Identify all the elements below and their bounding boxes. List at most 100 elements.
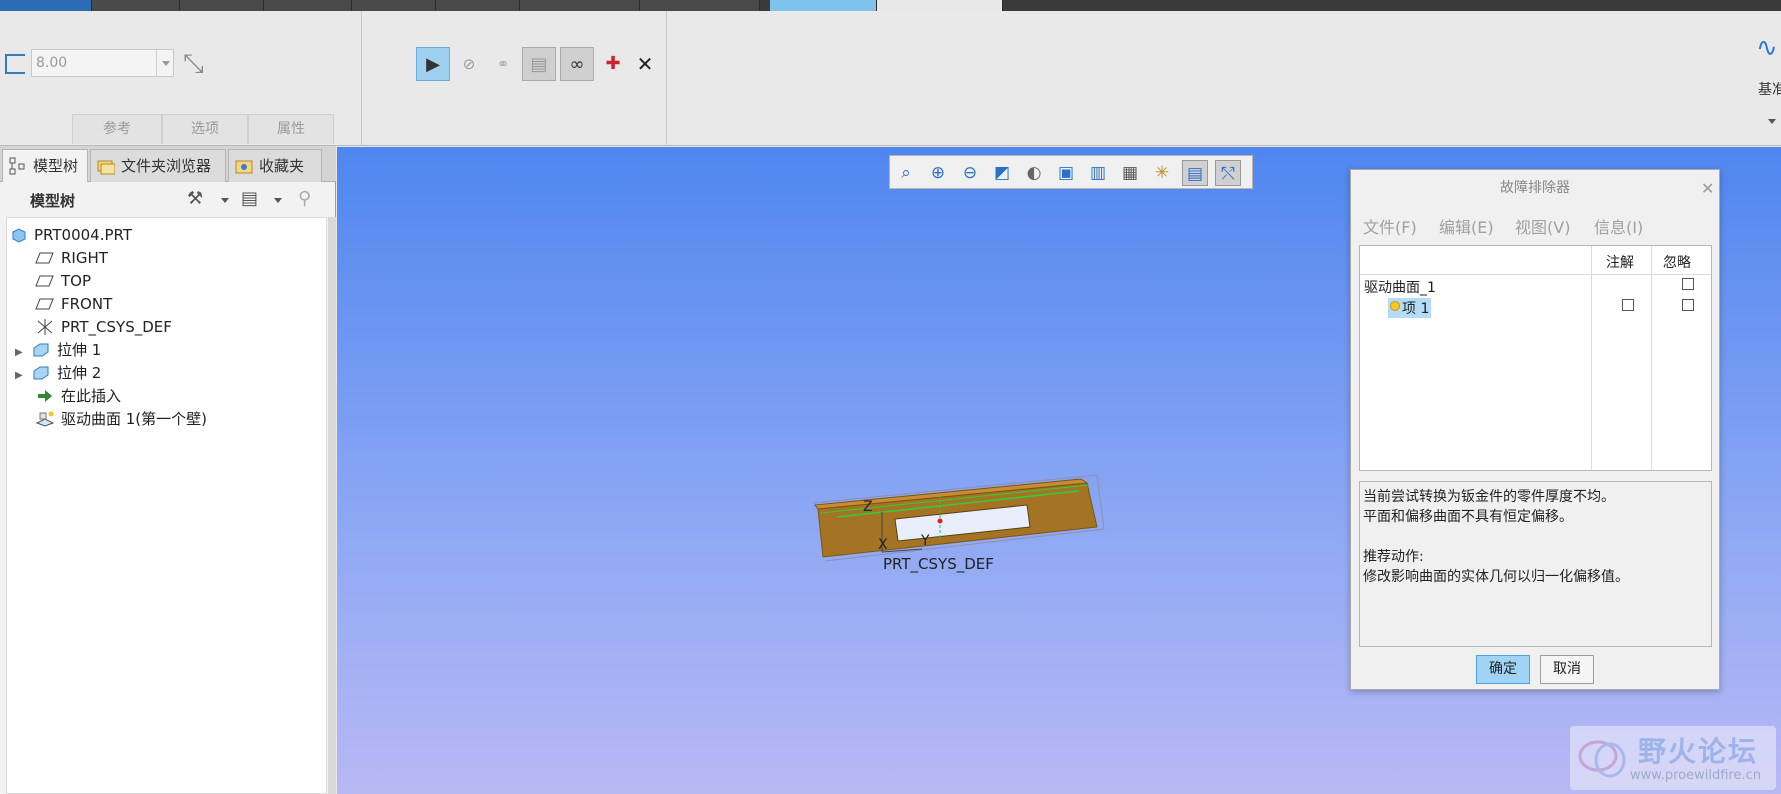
tree-item-label: FRONT <box>61 295 113 313</box>
tree-settings-dropdown-icon[interactable] <box>221 198 229 203</box>
tree-item-label: PRT_CSYS_DEF <box>61 318 172 336</box>
watermark-logo-icon <box>1578 740 1626 778</box>
ok-button[interactable]: 确定 <box>1476 655 1530 684</box>
row-label: 项 1 <box>1402 301 1430 317</box>
dialog-title: 故障排除器 <box>1500 180 1570 196</box>
tab-favorites[interactable]: 收藏夹 <box>228 149 322 182</box>
tree-item-label: PRT0004.PRT <box>34 226 133 244</box>
axis-label-y: Y <box>921 533 930 549</box>
tree-filter-icon[interactable]: ⚲ <box>298 188 320 210</box>
tree-item-extrude-2[interactable]: ▶ 拉伸 2 <box>15 361 101 385</box>
tab-dashboard[interactable] <box>877 0 1003 11</box>
thickness-dropdown[interactable] <box>156 49 174 77</box>
tab-file[interactable] <box>0 0 92 11</box>
table-row[interactable]: 项 1 <box>1388 298 1432 318</box>
tree-item-csys[interactable]: PRT_CSYS_DEF <box>35 315 172 339</box>
resume-button[interactable]: ▶ <box>416 47 450 81</box>
tree-columns-dropdown-icon[interactable] <box>274 198 282 203</box>
cancel-button[interactable]: 取消 <box>1540 655 1594 684</box>
menu-file[interactable]: 文件(F) <box>1363 214 1417 238</box>
message-line: 推荐动作: <box>1363 549 1424 565</box>
tree-item-label: 拉伸 1 <box>57 341 102 359</box>
message-line <box>1363 527 1708 547</box>
driving-surface-icon <box>35 411 55 427</box>
axis-label-x: X <box>878 537 888 553</box>
verify-model-button[interactable]: ▤ <box>522 47 556 81</box>
menu-info[interactable]: 信息(I) <box>1594 214 1643 238</box>
tree-columns-icon[interactable]: ▤ <box>241 188 263 210</box>
navigator-tabs: 模型树 文件夹浏览器 收藏夹 <box>0 146 336 182</box>
datum-dropdown-icon[interactable] <box>1768 119 1776 124</box>
tab-model-tree[interactable]: 模型树 <box>2 149 88 182</box>
thickness-input[interactable]: 8.00 <box>31 49 174 77</box>
tab-properties[interactable]: 属性 <box>248 114 334 144</box>
glasses-preview-button[interactable]: ∞ <box>560 47 594 81</box>
tree-item-driving-surface[interactable]: 驱动曲面 1(第一个壁) <box>35 407 207 431</box>
tree-item-front[interactable]: FRONT <box>35 292 112 316</box>
csys-label: PRT_CSYS_DEF <box>883 555 994 573</box>
message-line: 修改影响曲面的实体几何以归一化偏移值。 <box>1363 569 1629 585</box>
datum-label: 基准 <box>1758 82 1781 98</box>
preview-icon[interactable]: ⚭ <box>486 47 520 81</box>
extrude-icon <box>33 343 49 357</box>
menu-edit[interactable]: 编辑(E) <box>1439 214 1494 238</box>
axis-label-z: Z <box>863 499 873 515</box>
close-icon[interactable]: ✕ <box>1701 179 1714 198</box>
ribbon: 8.00 ⤡ 参考 选项 属性 ▶ ⊘ ⚭ ▤ ∞ ✚ ✕ ∿ 基准 <box>0 11 1781 146</box>
message-line: 当前尝试转换为钣金件的零件厚度不均。 <box>1363 489 1615 505</box>
tab-view[interactable] <box>436 0 520 11</box>
tab-applications[interactable] <box>640 0 760 11</box>
menu-bar <box>0 0 1781 11</box>
watermark-title: 野火论坛 <box>1638 735 1759 768</box>
tab-options[interactable]: 选项 <box>162 114 248 144</box>
extrude-icon <box>33 366 49 380</box>
tab-analysis[interactable] <box>180 0 264 11</box>
part-icon <box>12 228 26 243</box>
cancel-feature-button[interactable]: ✕ <box>628 47 662 81</box>
pause-button[interactable]: ⊘ <box>452 47 486 81</box>
flip-direction-icon[interactable]: ⤡ <box>183 49 213 79</box>
datum-plane-icon <box>35 252 54 264</box>
tree-item-extrude-1[interactable]: ▶ 拉伸 1 <box>15 338 101 362</box>
tab-tools[interactable] <box>352 0 436 11</box>
tree-item-insert-here[interactable]: 在此插入 <box>35 384 121 408</box>
header-separator <box>1360 274 1711 275</box>
warning-icon <box>1390 301 1400 311</box>
tree-settings-icon[interactable]: ⚒ <box>187 188 209 210</box>
datum-curve-icon: ∿ <box>1756 33 1778 63</box>
tree-item-right[interactable]: RIGHT <box>35 246 108 270</box>
ignore-checkbox[interactable] <box>1682 278 1694 290</box>
column-header-note: 注解 <box>1606 255 1634 271</box>
menu-view[interactable]: 视图(V) <box>1515 214 1570 238</box>
tab-active-feature[interactable] <box>770 0 877 11</box>
favorites-icon <box>235 160 253 174</box>
table-row[interactable]: 驱动曲面_1 <box>1364 277 1436 297</box>
tab-folder-browser[interactable]: 文件夹浏览器 <box>90 149 226 182</box>
tab-favorites-label: 收藏夹 <box>259 157 305 175</box>
datum-plane-icon <box>35 275 54 287</box>
model-tree-title: 模型树 <box>30 192 76 210</box>
message-area: 当前尝试转换为钣金件的零件厚度不均。 平面和偏移曲面不具有恒定偏移。 推荐动作:… <box>1359 481 1712 647</box>
tree-item-label: 在此插入 <box>61 387 122 405</box>
tab-model[interactable] <box>92 0 180 11</box>
tab-annotate[interactable] <box>264 0 352 11</box>
datum-group[interactable]: ∿ 基准 <box>1752 21 1781 111</box>
tab-folder-browser-label: 文件夹浏览器 <box>121 157 212 175</box>
tree-scrollbar[interactable] <box>328 217 336 794</box>
tree-item-part[interactable]: PRT0004.PRT <box>10 223 132 247</box>
ignore-checkbox[interactable] <box>1682 299 1694 311</box>
tree-item-top[interactable]: TOP <box>35 269 91 293</box>
expand-icon[interactable]: ▶ <box>15 364 27 388</box>
tab-references[interactable]: 参考 <box>72 114 162 144</box>
message-line: 平面和偏移曲面不具有恒定偏移。 <box>1363 509 1573 525</box>
apply-button[interactable]: ✚ <box>596 47 630 81</box>
watermark: 野火论坛 www.proewildfire.cn <box>1570 726 1776 790</box>
note-checkbox[interactable] <box>1622 299 1634 311</box>
model-tree-header: 模型树 ⚒ ▤ ⚲ <box>0 183 336 215</box>
datum-plane-icon <box>35 298 54 310</box>
watermark-url: www.proewildfire.cn <box>1630 768 1761 783</box>
model-tree: PRT0004.PRT RIGHT TOP FRONT PRT_CSYS_DEF… <box>6 217 327 794</box>
tab-model-tree-label: 模型树 <box>33 157 79 175</box>
ribbon-separator <box>666 11 667 146</box>
tab-flexible-modeling[interactable] <box>520 0 640 11</box>
